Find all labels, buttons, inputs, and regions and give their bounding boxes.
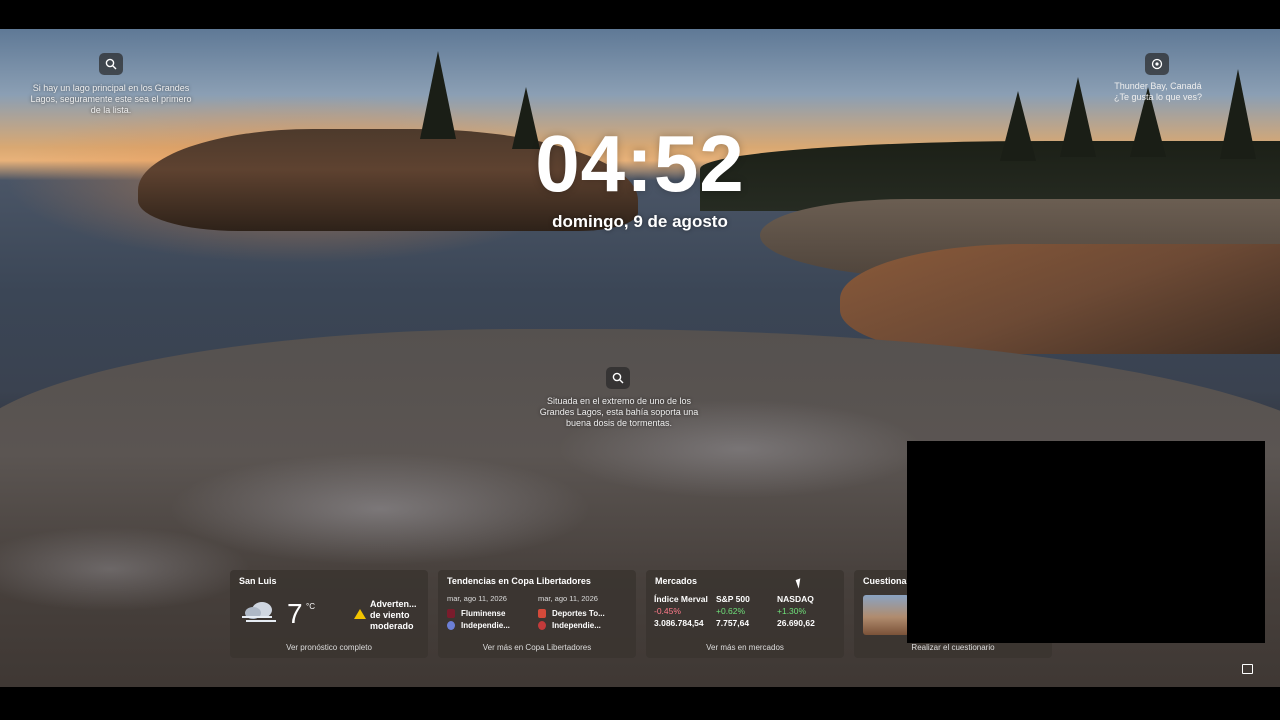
fact-text-center: Situada en el extremo de uno de los Gran… <box>539 396 699 428</box>
location-prompt: ¿Te gusta lo que ves? <box>1113 92 1203 102</box>
team-crest-icon <box>538 609 546 618</box>
team-row: Independie... <box>538 621 605 630</box>
sports-widget[interactable]: Tendencias en Copa Libertadores mar, ago… <box>438 570 636 658</box>
team-row: Deportes To... <box>538 609 605 618</box>
team-crest-icon <box>538 621 546 630</box>
black-overlay-panel <box>907 441 1265 643</box>
market-value: 7.757,64 <box>716 618 750 628</box>
market-change: -0.45% <box>654 606 681 616</box>
market-name: NASDAQ <box>777 594 814 604</box>
team-name: Independie... <box>552 621 601 630</box>
weather-location: San Luis <box>239 576 277 586</box>
market-value: 3.086.784,54 <box>654 618 704 628</box>
market-name: Índice Merval <box>654 594 708 604</box>
warning-line: de viento <box>370 610 410 620</box>
team-name: Independie... <box>461 621 510 630</box>
sports-title: Tendencias en Copa Libertadores <box>447 576 591 586</box>
team-row: Fluminense <box>447 609 510 618</box>
clock-date: domingo, 9 de agosto <box>552 212 728 231</box>
match-card[interactable]: mar, ago 11, 2026 Deportes To... Indepen… <box>538 594 605 633</box>
team-crest-icon <box>447 609 455 618</box>
warning-icon <box>354 609 366 619</box>
cloud-wind-icon <box>242 602 276 622</box>
fact-search-button[interactable] <box>99 53 123 75</box>
team-row: Independie... <box>447 621 510 630</box>
market-change: +1.30% <box>777 606 807 616</box>
team-name: Fluminense <box>461 609 506 618</box>
market-value: 26.690,62 <box>777 618 815 628</box>
rocks-right <box>840 244 1280 354</box>
market-change: +0.62% <box>716 606 746 616</box>
search-icon <box>612 372 624 384</box>
location-name: Thunder Bay, Canadá <box>1114 81 1202 91</box>
search-icon <box>105 58 117 70</box>
warning-line: moderado <box>370 621 414 631</box>
fact-text-top-left: Si hay un lago principal en los Grandes … <box>30 83 192 115</box>
team-crest-icon <box>447 621 455 630</box>
market-item[interactable]: NASDAQ +1.30% 26.690,62 <box>777 593 815 629</box>
market-item[interactable]: S&P 500 +0.62% 7.757,64 <box>716 593 750 629</box>
market-item[interactable]: Índice Merval -0.45% 3.086.784,54 <box>654 593 708 629</box>
clock-time: 04:52 <box>535 119 745 208</box>
location-icon <box>1151 58 1163 70</box>
market-name: S&P 500 <box>716 594 750 604</box>
quiz-start-link[interactable]: Realizar el cuestionario <box>854 643 1052 652</box>
markets-title: Mercados <box>655 576 698 586</box>
match-date: mar, ago 11, 2026 <box>538 594 598 603</box>
match-date: mar, ago 11, 2026 <box>447 594 507 603</box>
location-button[interactable] <box>1145 53 1169 75</box>
weather-warning: Adverten... de viento moderado <box>370 599 417 632</box>
weather-unit: °C <box>306 602 315 611</box>
weather-forecast-link[interactable]: Ver pronóstico completo <box>230 643 428 652</box>
match-card[interactable]: mar, ago 11, 2026 Fluminense Independie.… <box>447 594 510 633</box>
center-fact-search-button[interactable] <box>606 367 630 389</box>
sports-more-link[interactable]: Ver más en Copa Libertadores <box>438 643 636 652</box>
team-name: Deportes To... <box>552 609 605 618</box>
location-info[interactable]: Thunder Bay, Canadá ¿Te gusta lo que ves… <box>1098 81 1218 103</box>
weather-temperature: 7 <box>287 598 303 629</box>
screen-icon[interactable] <box>1242 664 1253 674</box>
warning-line: Adverten... <box>370 599 417 609</box>
weather-widget[interactable]: San Luis 7 °C Adverten... de viento mode… <box>230 570 428 658</box>
markets-more-link[interactable]: Ver más en mercados <box>646 643 844 652</box>
quiz-thumbnail <box>863 595 909 635</box>
markets-widget[interactable]: Mercados Índice Merval -0.45% 3.086.784,… <box>646 570 844 658</box>
